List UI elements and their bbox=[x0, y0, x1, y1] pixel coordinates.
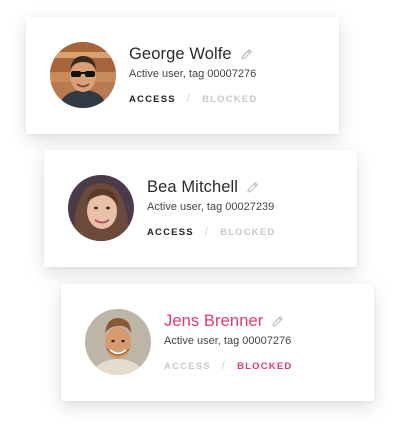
status-separator: / bbox=[221, 360, 227, 372]
blocked-toggle[interactable]: BLOCKED bbox=[220, 227, 275, 238]
user-card: George Wolfe Active user, tag 00007276 A… bbox=[26, 17, 339, 134]
user-subtitle: Active user, tag 00027239 bbox=[147, 201, 275, 213]
access-toggle[interactable]: ACCESS bbox=[129, 94, 176, 105]
blocked-toggle[interactable]: BLOCKED bbox=[202, 94, 257, 105]
blocked-toggle[interactable]: BLOCKED bbox=[237, 361, 292, 372]
avatar-photo bbox=[50, 42, 116, 108]
user-name: Bea Mitchell bbox=[147, 177, 239, 196]
access-toggle[interactable]: ACCESS bbox=[164, 361, 211, 372]
user-card: Bea Mitchell Active user, tag 00027239 A… bbox=[44, 150, 357, 267]
user-subtitle: Active user, tag 00007276 bbox=[129, 68, 257, 80]
status-separator: / bbox=[186, 93, 192, 105]
user-name: Jens Brenner bbox=[164, 311, 264, 330]
status-separator: / bbox=[204, 226, 210, 238]
user-card: Jens Brenner Active user, tag 00007276 A… bbox=[61, 284, 374, 401]
pencil-icon[interactable] bbox=[271, 315, 284, 328]
avatar bbox=[68, 175, 134, 241]
avatar bbox=[85, 309, 151, 375]
user-subtitle: Active user, tag 00007276 bbox=[164, 335, 292, 347]
pencil-icon[interactable] bbox=[240, 48, 253, 61]
avatar bbox=[50, 42, 116, 108]
avatar-photo bbox=[85, 309, 151, 375]
access-toggle[interactable]: ACCESS bbox=[147, 227, 194, 238]
user-name: George Wolfe bbox=[129, 44, 232, 63]
avatar-photo bbox=[68, 175, 134, 241]
pencil-icon[interactable] bbox=[246, 181, 259, 194]
